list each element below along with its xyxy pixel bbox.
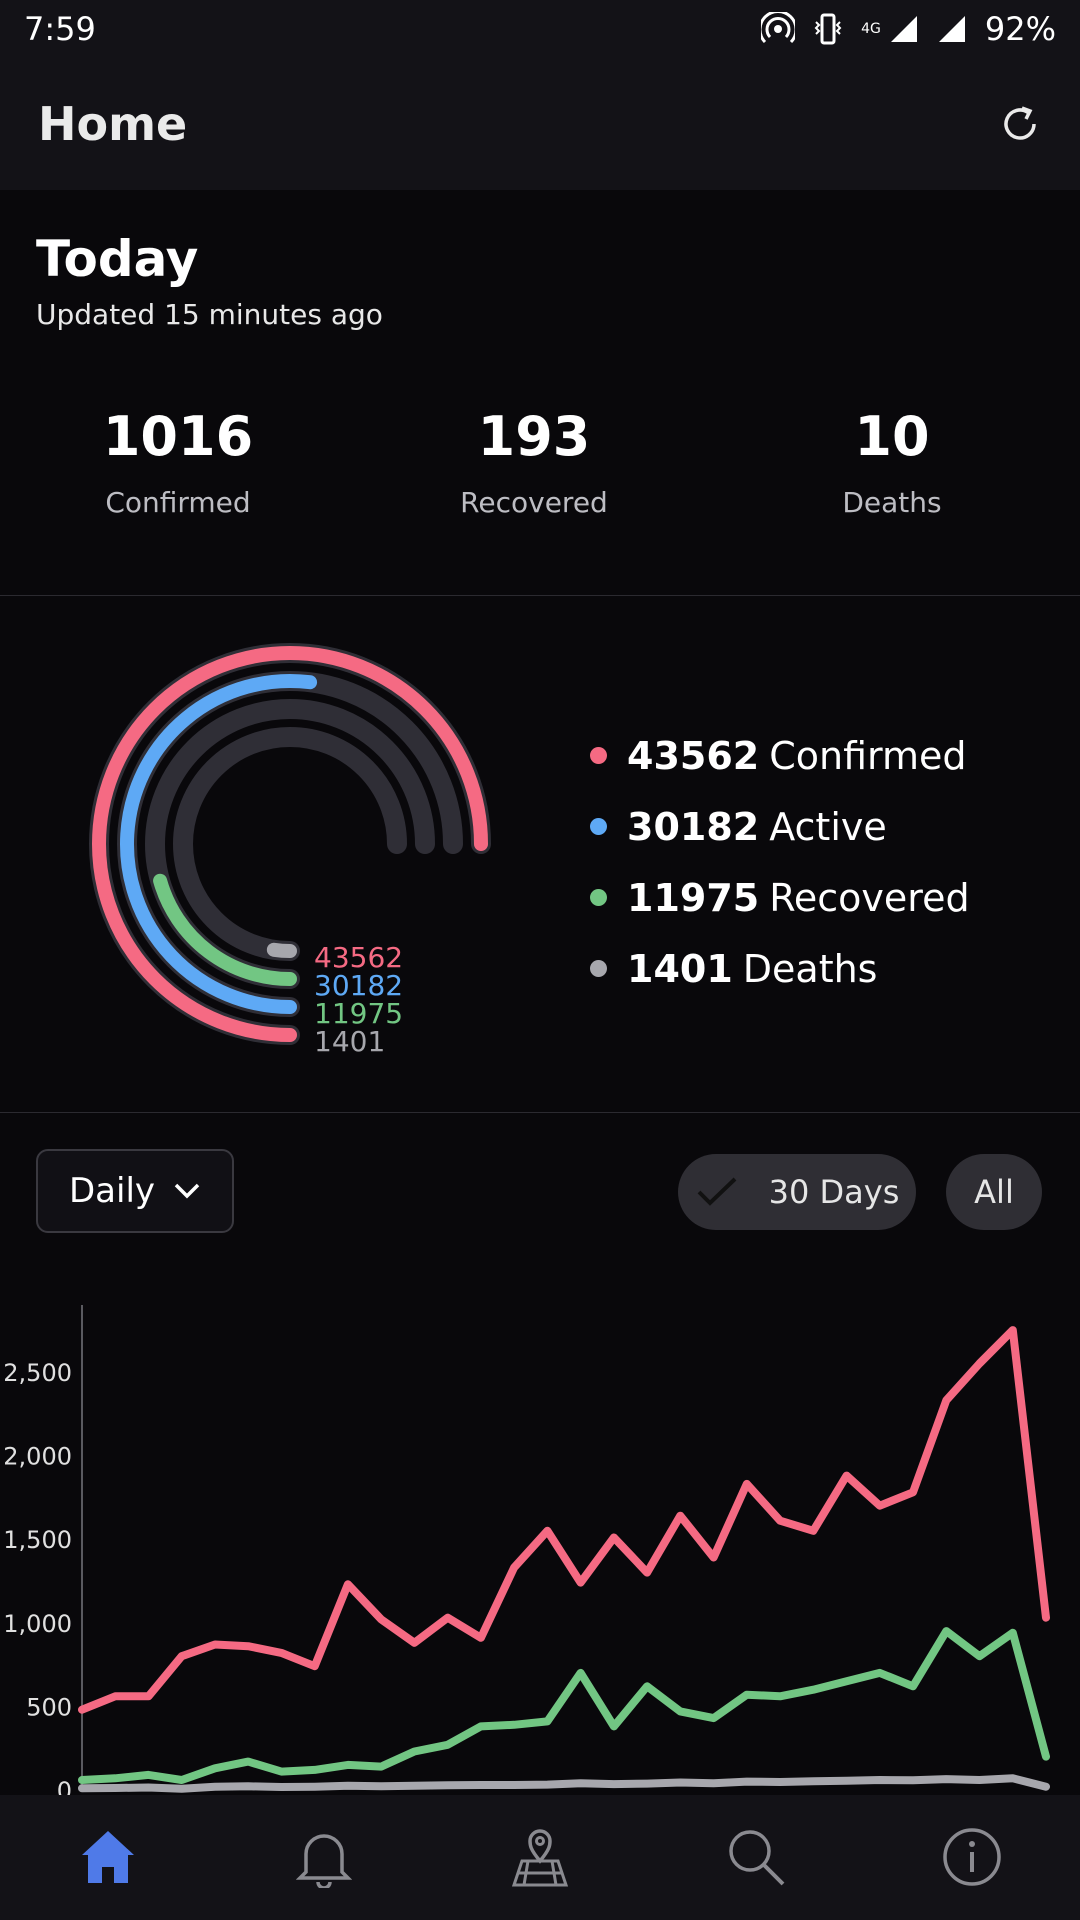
chip-all-label: All — [974, 1173, 1014, 1211]
legend-dot-active — [590, 818, 607, 835]
today-header: Today Updated 15 minutes ago — [36, 230, 383, 331]
stat-confirmed: 1016 Confirmed — [28, 405, 328, 519]
app-bar: Home — [0, 58, 1080, 190]
chevron-down-icon — [174, 1183, 200, 1199]
chip-all[interactable]: All — [946, 1154, 1042, 1230]
status-bar: 7:59 4G 92% — [0, 0, 1080, 58]
map-pin-icon — [511, 1829, 569, 1887]
legend-dot-recovered — [590, 889, 607, 906]
period-dropdown[interactable]: Daily — [36, 1149, 234, 1233]
stat-confirmed-value: 1016 — [102, 405, 254, 468]
period-dropdown-label: Daily — [68, 1171, 156, 1211]
status-time: 7:59 — [24, 10, 96, 48]
today-stats: 1016 Confirmed 193 Recovered 10 Deaths — [0, 405, 1080, 535]
y-tick-label: 2,000 — [3, 1443, 72, 1471]
ring-value-arc — [266, 942, 297, 958]
stat-deaths-value: 10 — [854, 405, 930, 468]
updated-text: Updated 15 minutes ago — [36, 298, 383, 331]
legend-dot-deaths — [590, 960, 607, 977]
daily-line-chart: 0 500 1,000 1,500 2,000 2,500 — [3, 1305, 1050, 1795]
nav-home[interactable] — [68, 1817, 148, 1897]
legend-confirmed-value: 43562 — [627, 733, 760, 778]
vibrate-icon — [814, 13, 842, 45]
y-tick-label: 2,500 — [3, 1359, 72, 1387]
status-icons: 4G 92% — [761, 10, 1056, 48]
stat-recovered-label: Recovered — [460, 486, 608, 519]
nav-info[interactable] — [932, 1817, 1012, 1897]
today-title: Today — [36, 230, 199, 288]
legend-item-recovered: 11975 Recovered — [590, 862, 970, 933]
legend-active-value: 30182 — [627, 804, 760, 849]
stat-recovered: 193 Recovered — [384, 405, 684, 519]
totals-ring-chart: 4356230182119751401 — [89, 643, 491, 1058]
info-icon — [943, 1828, 1001, 1886]
series-line — [78, 1627, 1050, 1784]
ring-value-label: 1401 — [314, 1025, 385, 1058]
signal-icon — [890, 16, 917, 42]
totals-legend: 43562 Confirmed 30182 Active 11975 Recov… — [590, 720, 970, 1004]
y-tick-label: 1,500 — [3, 1526, 72, 1554]
y-tick-label: 500 — [26, 1693, 72, 1721]
y-tick-label: 1,000 — [3, 1610, 72, 1638]
legend-active-label: Active — [769, 804, 887, 849]
signal-roaming-icon — [938, 16, 965, 42]
stat-deaths-label: Deaths — [842, 486, 942, 519]
series-line — [78, 1326, 1050, 1714]
legend-recovered-label: Recovered — [769, 875, 970, 920]
legend-item-deaths: 1401 Deaths — [590, 933, 970, 1004]
search-icon — [729, 1830, 785, 1886]
home-icon — [82, 1831, 134, 1883]
bottom-nav — [0, 1795, 1080, 1920]
stat-recovered-value: 193 — [477, 405, 591, 468]
legend-recovered-value: 11975 — [627, 875, 760, 920]
stat-confirmed-label: Confirmed — [105, 486, 251, 519]
nav-map[interactable] — [500, 1817, 580, 1897]
battery-level: 92% — [984, 10, 1056, 48]
legend-item-confirmed: 43562 Confirmed — [590, 720, 970, 791]
bell-icon — [296, 1834, 352, 1888]
network-type: 4G — [861, 21, 881, 37]
legend-confirmed-label: Confirmed — [769, 733, 967, 778]
chip-30-days-label: 30 Days — [768, 1173, 900, 1211]
series-line — [78, 1774, 1050, 1793]
y-tick-label: 0 — [57, 1777, 72, 1795]
nav-notifications[interactable] — [284, 1817, 364, 1897]
legend-dot-confirmed — [590, 747, 607, 764]
legend-deaths-value: 1401 — [627, 946, 733, 991]
hotspot-icon — [761, 12, 796, 44]
nav-search[interactable] — [716, 1817, 796, 1897]
legend-item-active: 30182 Active — [590, 791, 970, 862]
page-title: Home — [38, 97, 188, 151]
refresh-icon[interactable] — [998, 102, 1042, 146]
chip-30-days[interactable]: 30 Days — [678, 1154, 916, 1230]
section-divider — [0, 1112, 1080, 1113]
legend-deaths-label: Deaths — [742, 946, 878, 991]
check-icon — [697, 1177, 737, 1206]
ring-track — [173, 727, 407, 961]
stat-deaths: 10 Deaths — [742, 405, 1042, 519]
